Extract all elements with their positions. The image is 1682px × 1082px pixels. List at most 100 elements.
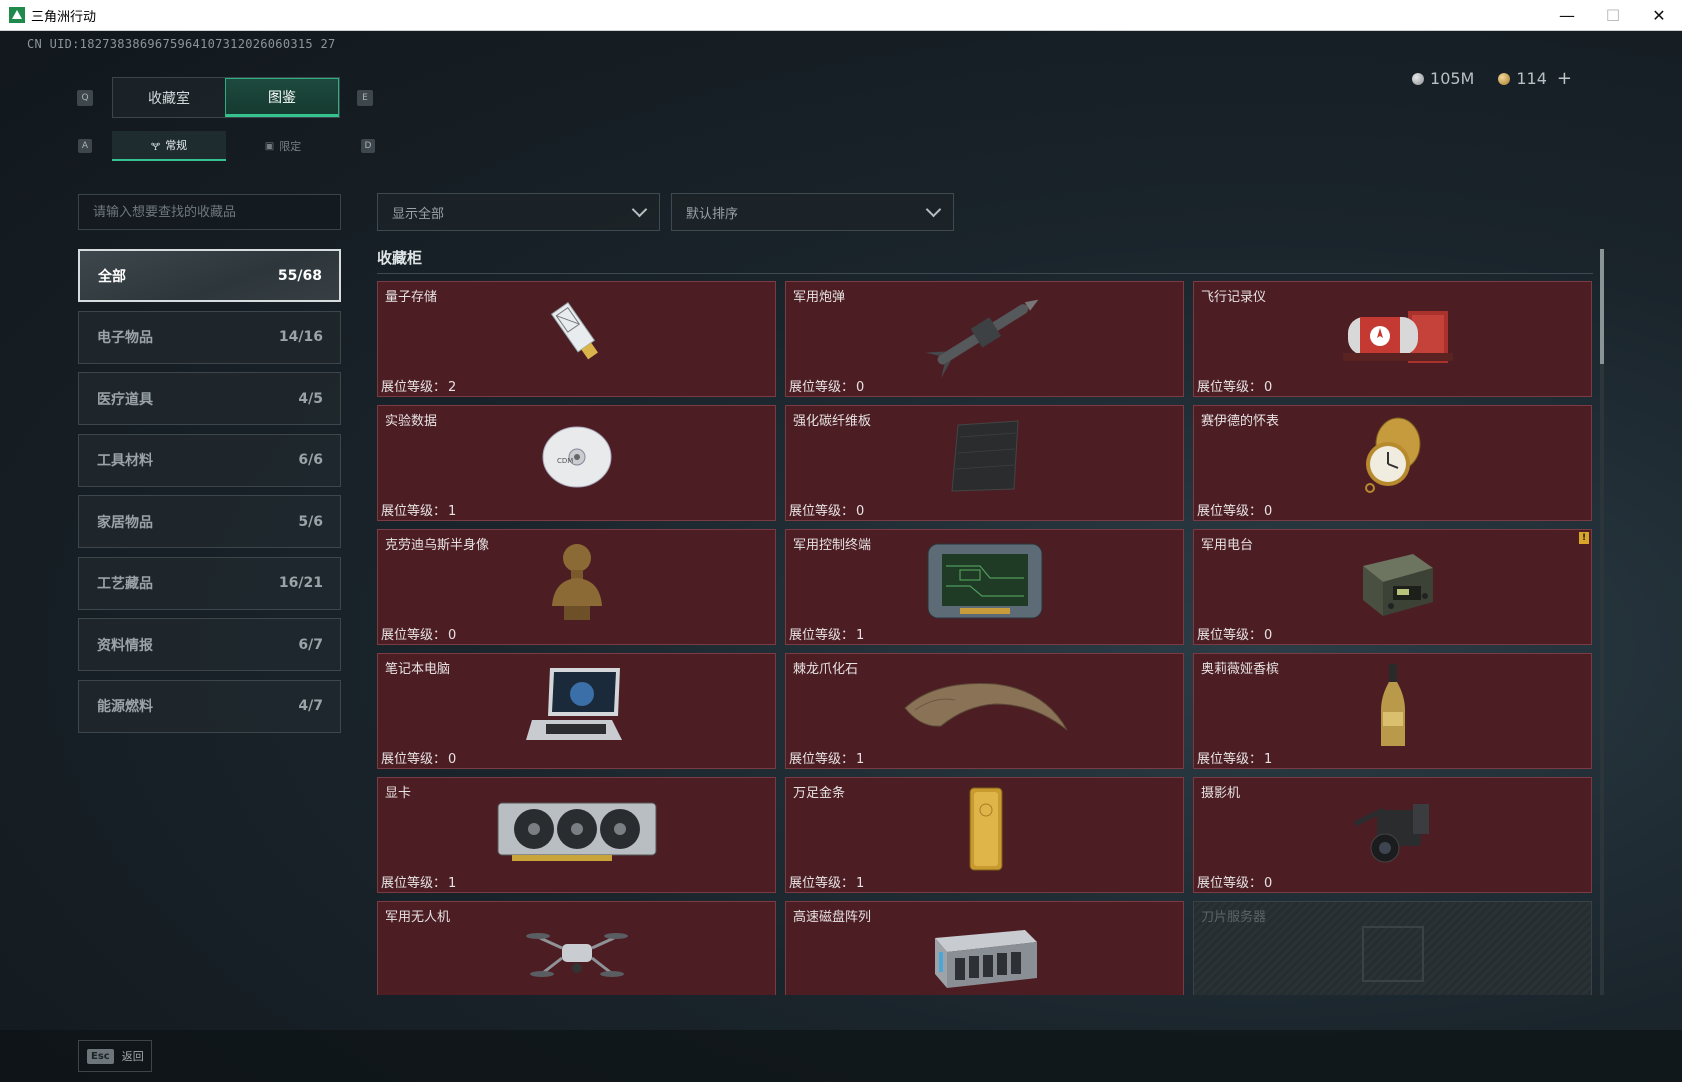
item-level: 展位等级： 0 xyxy=(1197,500,1272,519)
collection-item-card[interactable]: 强化碳纤维板 展位等级： 0 xyxy=(785,405,1184,521)
collection-item-card[interactable]: 军用控制终端 展位等级： 1 xyxy=(785,529,1184,645)
main-tabs: 收藏室 图鉴 xyxy=(112,77,340,118)
subtab-limited[interactable]: ▣ 限定 xyxy=(226,131,340,161)
category-label: 工艺藏品 xyxy=(97,576,153,592)
category-count: 14/16 xyxy=(278,329,323,345)
item-name: 克劳迪乌斯半身像 xyxy=(385,538,490,553)
collection-item-card[interactable]: 军用无人机 xyxy=(377,901,776,995)
sub-tabs: 🝖 常规 ▣ 限定 xyxy=(112,131,340,161)
item-name: 飞行记录仪 xyxy=(1201,290,1267,305)
item-level-value: 0 xyxy=(448,752,457,767)
add-currency-button[interactable]: + xyxy=(1557,68,1572,89)
collection-item-card[interactable]: 飞行记录仪展位等级： 0 xyxy=(1193,281,1592,397)
collection-item-card[interactable]: 军用电台 展位等级： 0! xyxy=(1193,529,1592,645)
currency-bar: 105M 114 + xyxy=(1412,68,1572,89)
item-name: 笔记本电脑 xyxy=(385,662,451,677)
collection-item-card[interactable]: 赛伊德的怀表 展位等级： 0 xyxy=(1193,405,1592,521)
window-controls: — ☐ ✕ xyxy=(1544,0,1682,31)
claw-fossil-icon xyxy=(895,670,1075,744)
collection-item-card[interactable]: 实验数据 CDM 展位等级： 1 xyxy=(377,405,776,521)
maximize-button[interactable]: ☐ xyxy=(1590,0,1636,31)
item-name: 显卡 xyxy=(385,786,412,801)
back-button[interactable]: Esc 返回 xyxy=(78,1040,152,1072)
search-input[interactable] xyxy=(79,195,340,229)
category-count: 4/5 xyxy=(298,390,323,407)
minimize-button[interactable]: — xyxy=(1544,0,1590,31)
category-tools[interactable]: 工具材料 6/6 xyxy=(78,433,341,487)
sort-dropdown[interactable]: 默认排序 xyxy=(671,193,954,231)
collection-item-card[interactable]: 摄影机 展位等级： 0 xyxy=(1193,777,1592,893)
esc-key-hint: Esc xyxy=(87,1048,114,1064)
champagne-icon xyxy=(1373,660,1413,754)
display-filter-dropdown[interactable]: 显示全部 xyxy=(377,193,660,231)
item-level-label: 展位等级： xyxy=(789,752,855,767)
scrollbar-thumb[interactable] xyxy=(1600,249,1604,364)
item-level: 展位等级： 1 xyxy=(789,748,864,767)
item-level-label: 展位等级： xyxy=(789,628,855,643)
currency-gold: 114 + xyxy=(1498,68,1572,89)
category-medical[interactable]: 医疗道具 4/5 xyxy=(78,372,341,425)
collection-item-card[interactable]: 克劳迪乌斯半身像展位等级： 0 xyxy=(377,529,776,645)
item-name: 刀片服务器 xyxy=(1201,910,1267,925)
tab-collection-room[interactable]: 收藏室 xyxy=(113,78,225,117)
gpu-icon xyxy=(492,789,662,873)
collection-item-card[interactable]: 笔记本电脑展位等级： 0 xyxy=(377,653,776,769)
collection-item-card[interactable]: 万足金条展位等级： 1 xyxy=(785,777,1184,893)
item-name: 万足金条 xyxy=(793,786,846,801)
collection-item-card[interactable]: 军用炮弹 展位等级： 0 xyxy=(785,281,1184,397)
section-title: 收藏柜 xyxy=(377,249,423,267)
collection-grid-viewport: 量子存储 展位等级： 2 军用炮弹 展位等级： 0 飞行记录仪 展位等级： 0 实验数据 CDM 展位… xyxy=(377,281,1593,995)
item-level-label: 展位等级： xyxy=(1197,876,1263,891)
key-hint-a: A xyxy=(78,139,92,153)
item-level-value: 0 xyxy=(1264,504,1273,519)
item-level: 展位等级： 1 xyxy=(789,872,864,891)
disc-icon: CDM xyxy=(537,417,617,501)
sort-value: 默认排序 xyxy=(686,206,739,222)
category-household[interactable]: 家居物品 5/6 xyxy=(78,495,341,548)
category-crafts[interactable]: 工艺藏品 16/21 xyxy=(78,556,341,610)
category-label: 资料情报 xyxy=(97,637,153,654)
item-level: 展位等级： 1 xyxy=(1197,748,1272,767)
category-count: 5/6 xyxy=(298,513,323,530)
item-level-label: 展位等级： xyxy=(381,628,447,643)
category-all[interactable]: 全部 55/68 xyxy=(78,249,341,302)
collection-item-card[interactable]: 棘龙爪化石 展位等级： 1 xyxy=(785,653,1184,769)
item-level-value: 0 xyxy=(448,628,457,643)
player-uid: CN UID:1827383869675964107312026060315 2… xyxy=(27,37,336,51)
warning-badge-icon: ! xyxy=(1579,532,1589,544)
item-level-label: 展位等级： xyxy=(381,752,447,767)
category-electronics[interactable]: 电子物品 14/16 xyxy=(78,310,341,364)
close-button[interactable]: ✕ xyxy=(1636,0,1682,31)
back-label: 返回 xyxy=(121,1050,144,1063)
item-level-value: 0 xyxy=(1264,876,1273,891)
window-title: 三角洲行动 xyxy=(31,9,97,25)
disk-array-icon xyxy=(925,908,1045,995)
collection-item-card[interactable]: 高速磁盘阵列 xyxy=(785,901,1184,995)
radio-icon xyxy=(1343,536,1443,630)
bottom-bar xyxy=(0,1030,1682,1082)
collection-item-card[interactable]: 刀片服务器 xyxy=(1193,901,1592,995)
display-filter-value: 显示全部 xyxy=(392,206,445,222)
item-level: 展位等级： 0 xyxy=(1197,376,1272,395)
subtab-regular[interactable]: 🝖 常规 xyxy=(112,131,226,161)
category-count: 4/7 xyxy=(298,698,323,714)
item-level: 展位等级： 0 xyxy=(789,376,864,395)
chevron-down-icon xyxy=(631,201,648,217)
category-list: 全部 55/68 电子物品 14/16 医疗道具 4/5 工具材料 6/6 家居… xyxy=(78,249,341,741)
category-label: 医疗道具 xyxy=(97,391,153,408)
collection-item-card[interactable]: 显卡 展位等级： 1 xyxy=(377,777,776,893)
category-intel[interactable]: 资料情报 6/7 xyxy=(78,618,341,671)
item-level-value: 1 xyxy=(856,876,865,891)
item-level-label: 展位等级： xyxy=(789,380,855,395)
category-label: 全部 xyxy=(98,268,126,285)
category-label: 家居物品 xyxy=(97,514,153,531)
collection-item-card[interactable]: 奥莉薇娅香槟 展位等级： 1 xyxy=(1193,653,1592,769)
collection-item-card[interactable]: 量子存储 展位等级： 2 xyxy=(377,281,776,397)
tab-codex[interactable]: 图鉴 xyxy=(225,78,339,117)
item-level-label: 展位等级： xyxy=(1197,380,1263,395)
item-name: 高速磁盘阵列 xyxy=(793,910,872,925)
category-energy[interactable]: 能源燃料 4/7 xyxy=(78,679,341,733)
blade-server-icon xyxy=(1343,913,1443,995)
item-level-value: 1 xyxy=(856,628,865,643)
item-level: 展位等级： 0 xyxy=(381,624,456,643)
